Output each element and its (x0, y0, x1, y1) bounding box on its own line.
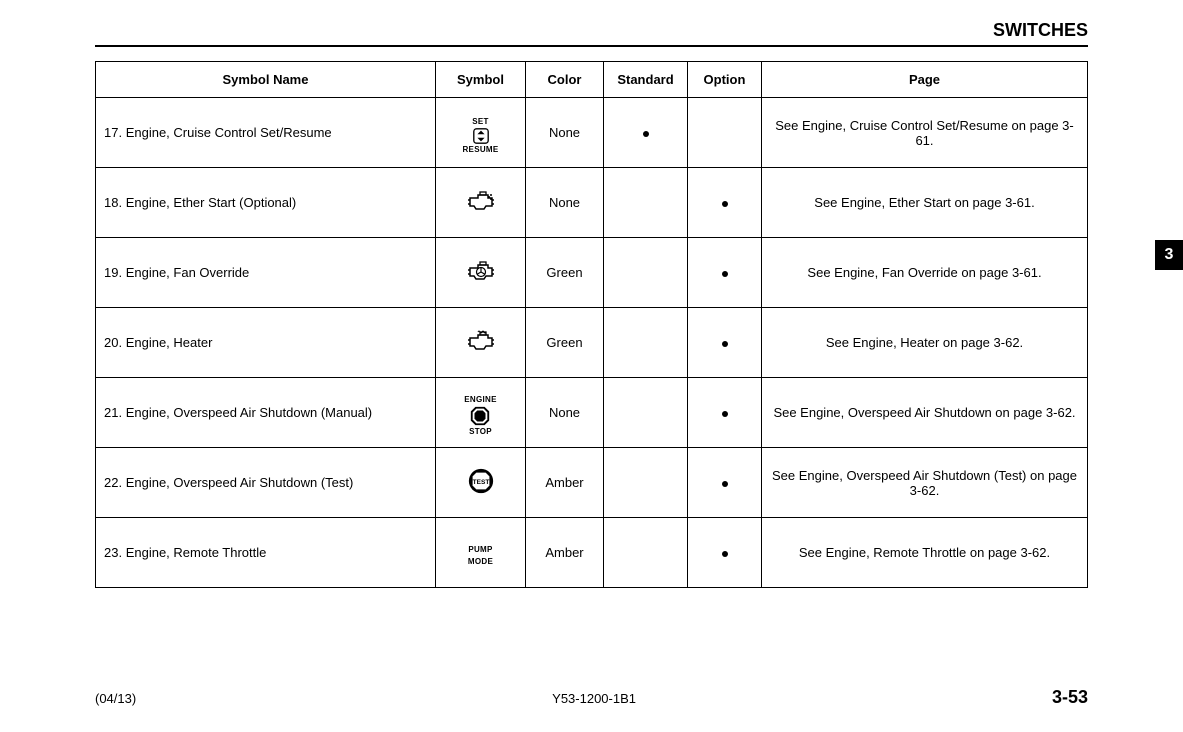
table-header-row: Symbol Name Symbol Color Standard Option… (96, 62, 1088, 98)
cell-page: See Engine, Cruise Control Set/Resume on… (762, 98, 1088, 168)
th-color: Color (526, 62, 604, 98)
cell-option (688, 378, 762, 448)
page-title: SWITCHES (95, 20, 1088, 47)
cell-symbol-name: 19. Engine, Fan Override (96, 238, 436, 308)
cell-symbol-name: 17. Engine, Cruise Control Set/Resume (96, 98, 436, 168)
document-page: SWITCHES Symbol Name Symbol Color Standa… (0, 0, 1183, 732)
cell-color: Amber (526, 448, 604, 518)
option-dot-icon (722, 551, 728, 557)
table-row: 18. Engine, Ether Start (Optional) None Se… (96, 168, 1088, 238)
cell-option (688, 98, 762, 168)
cell-page: See Engine, Overspeed Air Shutdown on pa… (762, 378, 1088, 448)
switches-table: Symbol Name Symbol Color Standard Option… (95, 61, 1088, 588)
th-standard: Standard (604, 62, 688, 98)
row-name: Engine, Remote Throttle (126, 545, 267, 560)
cell-symbol (436, 448, 526, 518)
table-row: 17. Engine, Cruise Control Set/Resume SET… (96, 98, 1088, 168)
cell-color: None (526, 98, 604, 168)
cell-symbol (436, 308, 526, 378)
table-row: 20. Engine, Heater Green See Engine, Heate… (96, 308, 1088, 378)
footer-date: (04/13) (95, 691, 136, 706)
cell-option (688, 518, 762, 588)
cell-color: None (526, 378, 604, 448)
cell-symbol-name: 22. Engine, Overspeed Air Shutdown (Test… (96, 448, 436, 518)
cell-standard (604, 378, 688, 448)
cell-page: See Engine, Heater on page 3-62. (762, 308, 1088, 378)
cell-symbol (436, 238, 526, 308)
cell-symbol (436, 168, 526, 238)
icon-top-label: PUMP (468, 546, 492, 554)
ether-start-icon (466, 190, 496, 212)
cell-standard (604, 238, 688, 308)
cell-color: Green (526, 308, 604, 378)
row-number: 21. (104, 405, 122, 420)
th-page: Page (762, 62, 1088, 98)
cell-symbol: PUMP MODE (436, 518, 526, 588)
row-number: 19. (104, 265, 122, 280)
option-dot-icon (722, 481, 728, 487)
option-dot-icon (722, 271, 728, 277)
row-name: Engine, Overspeed Air Shutdown (Manual) (126, 405, 372, 420)
icon-bottom-label: STOP (469, 428, 492, 436)
row-number: 22. (104, 475, 122, 490)
icon-bottom-label: RESUME (462, 146, 498, 154)
row-number: 23. (104, 545, 122, 560)
row-name: Engine, Overspeed Air Shutdown (Test) (126, 475, 354, 490)
cell-page: See Engine, Overspeed Air Shutdown (Test… (762, 448, 1088, 518)
table-row: 19. Engine, Fan Override Green See Engine,… (96, 238, 1088, 308)
option-dot-icon (722, 411, 728, 417)
icon-top-label: SET (472, 118, 488, 126)
overspeed-shutdown-test-icon (467, 467, 495, 495)
page-footer: (04/13) Y53-1200-1B1 3-53 (95, 687, 1088, 708)
cell-standard (604, 98, 688, 168)
icon-top-label: ENGINE (464, 396, 496, 404)
table-row: 22. Engine, Overspeed Air Shutdown (Test… (96, 448, 1088, 518)
cell-symbol: SET RESUME (436, 98, 526, 168)
cell-option (688, 238, 762, 308)
th-option: Option (688, 62, 762, 98)
cell-symbol-name: 20. Engine, Heater (96, 308, 436, 378)
remote-throttle-icon: PUMP MODE (468, 546, 493, 566)
cell-standard (604, 518, 688, 588)
cell-color: None (526, 168, 604, 238)
table-row: 21. Engine, Overspeed Air Shutdown (Manu… (96, 378, 1088, 448)
cell-color: Amber (526, 518, 604, 588)
cell-page: See Engine, Ether Start on page 3-61. (762, 168, 1088, 238)
row-name: Engine, Ether Start (Optional) (126, 195, 297, 210)
chapter-tab: 3 (1155, 240, 1183, 270)
row-name: Engine, Heater (126, 335, 213, 350)
engine-heater-icon (466, 330, 496, 352)
cell-symbol: ENGINE STOP (436, 378, 526, 448)
cell-standard (604, 168, 688, 238)
footer-page-number: 3-53 (1052, 687, 1088, 708)
option-dot-icon (722, 201, 728, 207)
icon-bottom-label: MODE (468, 558, 493, 566)
fan-override-icon (466, 260, 496, 282)
th-symbol: Symbol (436, 62, 526, 98)
cell-standard (604, 308, 688, 378)
row-number: 18. (104, 195, 122, 210)
cell-color: Green (526, 238, 604, 308)
row-number: 17. (104, 125, 122, 140)
table-body: 17. Engine, Cruise Control Set/Resume SET… (96, 98, 1088, 588)
cell-symbol-name: 18. Engine, Ether Start (Optional) (96, 168, 436, 238)
overspeed-shutdown-icon: ENGINE STOP (464, 396, 496, 436)
footer-docnum: Y53-1200-1B1 (552, 691, 636, 706)
cell-standard (604, 448, 688, 518)
table-row: 23. Engine, Remote Throttle PUMP MODE Amber… (96, 518, 1088, 588)
cell-symbol-name: 23. Engine, Remote Throttle (96, 518, 436, 588)
th-symbol-name: Symbol Name (96, 62, 436, 98)
standard-dot-icon (643, 131, 649, 137)
cruise-set-resume-icon: SET RESUME (462, 118, 498, 154)
row-name: Engine, Cruise Control Set/Resume (126, 125, 332, 140)
cell-option (688, 168, 762, 238)
cell-option (688, 448, 762, 518)
row-number: 20. (104, 335, 122, 350)
cell-page: See Engine, Fan Override on page 3-61. (762, 238, 1088, 308)
option-dot-icon (722, 341, 728, 347)
cell-page: See Engine, Remote Throttle on page 3-62… (762, 518, 1088, 588)
cell-symbol-name: 21. Engine, Overspeed Air Shutdown (Manu… (96, 378, 436, 448)
row-name: Engine, Fan Override (126, 265, 250, 280)
cell-option (688, 308, 762, 378)
